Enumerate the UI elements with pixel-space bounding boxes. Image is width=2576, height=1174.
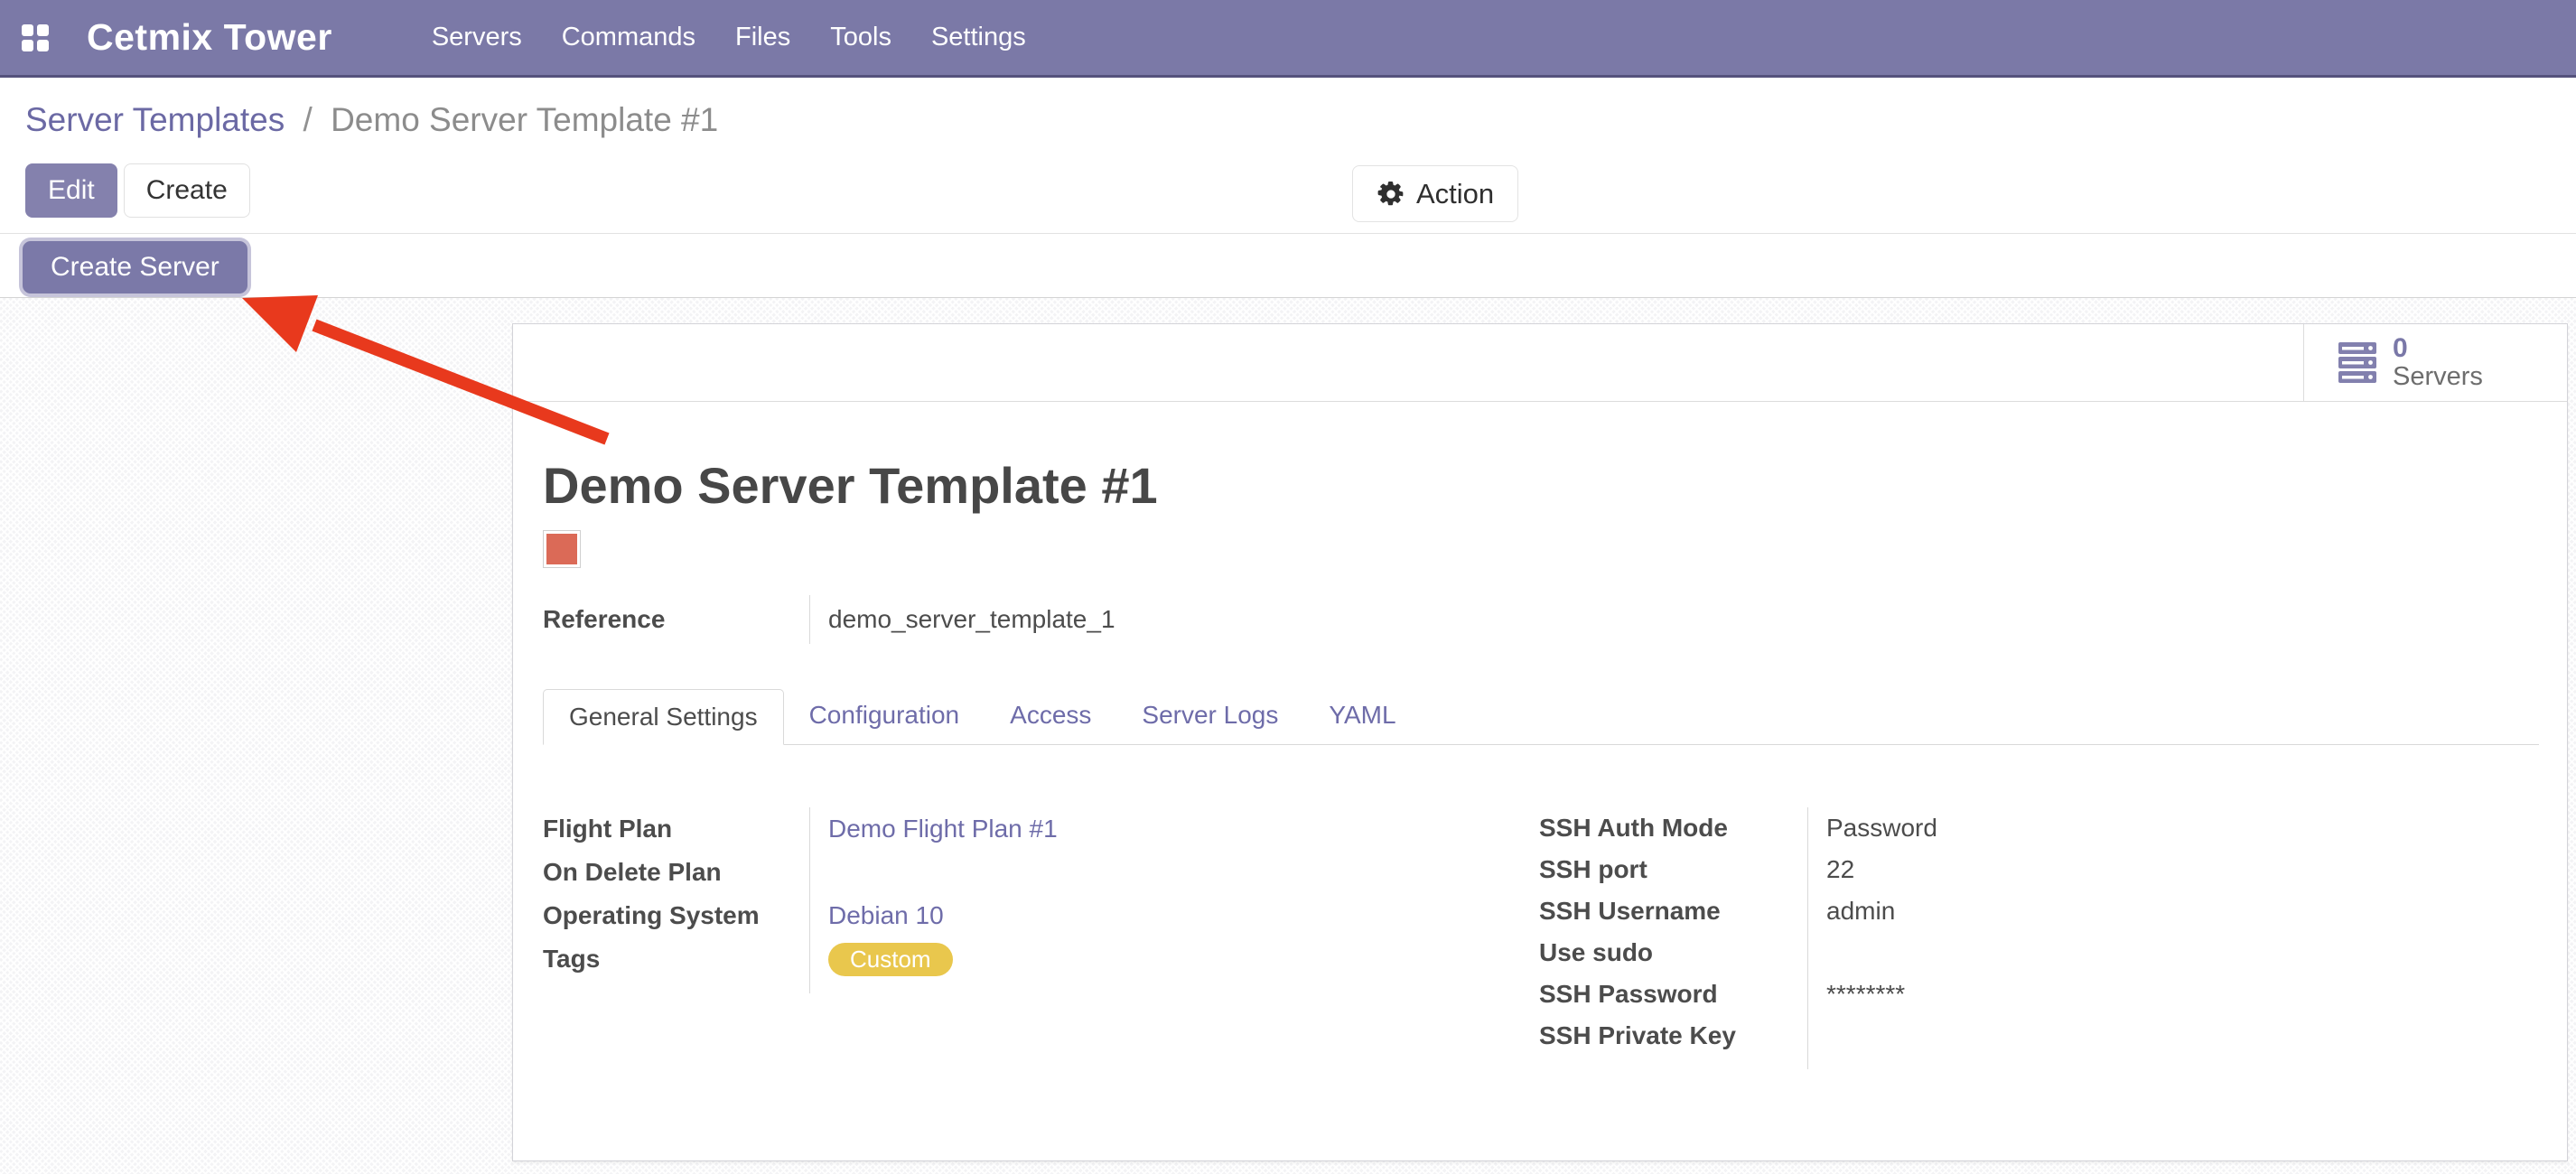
- ssh-username-value: admin: [1826, 897, 1895, 926]
- reference-label: Reference: [543, 605, 683, 634]
- color-swatch-fill: [546, 534, 577, 564]
- menu-item-servers[interactable]: Servers: [432, 23, 522, 52]
- menu-item-tools[interactable]: Tools: [830, 23, 891, 52]
- top-navbar: Cetmix Tower Servers Commands Files Tool…: [0, 0, 2576, 78]
- left-field-group: Flight Plan On Delete Plan Operating Sys…: [543, 807, 1478, 993]
- gear-icon: [1377, 180, 1405, 209]
- right-field-group: SSH Auth Mode SSH port SSH Username Use …: [1539, 807, 2313, 1069]
- reference-value: demo_server_template_1: [828, 605, 1115, 634]
- action-button-label: Action: [1416, 178, 1494, 210]
- tags-label: Tags: [543, 945, 618, 974]
- servers-smart-button[interactable]: 0 Servers: [2303, 324, 2567, 401]
- record-title: Demo Server Template #1: [543, 456, 1158, 515]
- ssh-password-value: ********: [1826, 980, 1905, 1009]
- record-color-swatch: [543, 530, 581, 568]
- create-server-button[interactable]: Create Server: [23, 241, 247, 294]
- apps-grid-icon[interactable]: [22, 24, 49, 51]
- breadcrumb-current: Demo Server Template #1: [331, 101, 718, 138]
- edit-button[interactable]: Edit: [25, 163, 117, 218]
- ssh-port-value: 22: [1826, 855, 1854, 884]
- servers-count: 0: [2393, 334, 2483, 363]
- tab-general-settings[interactable]: General Settings: [543, 689, 784, 745]
- menu-item-files[interactable]: Files: [735, 23, 790, 52]
- use-sudo-label: Use sudo: [1539, 938, 1671, 967]
- breadcrumb-separator: /: [303, 101, 313, 138]
- status-bar: Create Server: [0, 234, 2576, 298]
- create-button[interactable]: Create: [124, 163, 250, 218]
- menu-item-commands[interactable]: Commands: [562, 23, 695, 52]
- tab-access[interactable]: Access: [985, 688, 1116, 744]
- flight-plan-link[interactable]: Demo Flight Plan #1: [828, 815, 1058, 843]
- ssh-auth-mode-value: Password: [1826, 814, 1937, 843]
- reference-field-group: Reference demo_server_template_1: [543, 595, 1369, 644]
- operating-system-link[interactable]: Debian 10: [828, 901, 944, 930]
- tag-custom: Custom: [828, 943, 953, 976]
- breadcrumb-parent-link[interactable]: Server Templates: [25, 101, 285, 138]
- form-sheet: 0 Servers Demo Server Template #1 Refere…: [512, 323, 2568, 1161]
- server-stack-icon: [2338, 342, 2376, 384]
- tab-yaml[interactable]: YAML: [1303, 688, 1421, 744]
- action-button[interactable]: Action: [1352, 165, 1518, 222]
- ssh-password-label: SSH Password: [1539, 980, 1736, 1009]
- app-brand[interactable]: Cetmix Tower: [87, 16, 332, 59]
- notebook-tabs: General Settings Configuration Access Se…: [543, 689, 2539, 745]
- operating-system-label: Operating System: [543, 901, 778, 930]
- breadcrumb: Server Templates / Demo Server Template …: [25, 101, 718, 139]
- ssh-username-label: SSH Username: [1539, 897, 1739, 926]
- menu-item-settings[interactable]: Settings: [931, 23, 1026, 52]
- ssh-private-key-label: SSH Private Key: [1539, 1021, 1754, 1050]
- tab-configuration[interactable]: Configuration: [784, 688, 985, 744]
- flight-plan-label: Flight Plan: [543, 815, 690, 843]
- main-menu: Servers Commands Files Tools Settings: [432, 23, 1026, 52]
- smart-button-row: 0 Servers: [513, 324, 2567, 402]
- on-delete-plan-label: On Delete Plan: [543, 858, 740, 887]
- tab-server-logs[interactable]: Server Logs: [1116, 688, 1303, 744]
- ssh-port-label: SSH port: [1539, 855, 1666, 884]
- servers-count-label: Servers: [2393, 363, 2483, 391]
- control-panel-buttons: Edit Create: [25, 163, 250, 218]
- ssh-auth-mode-label: SSH Auth Mode: [1539, 814, 1746, 843]
